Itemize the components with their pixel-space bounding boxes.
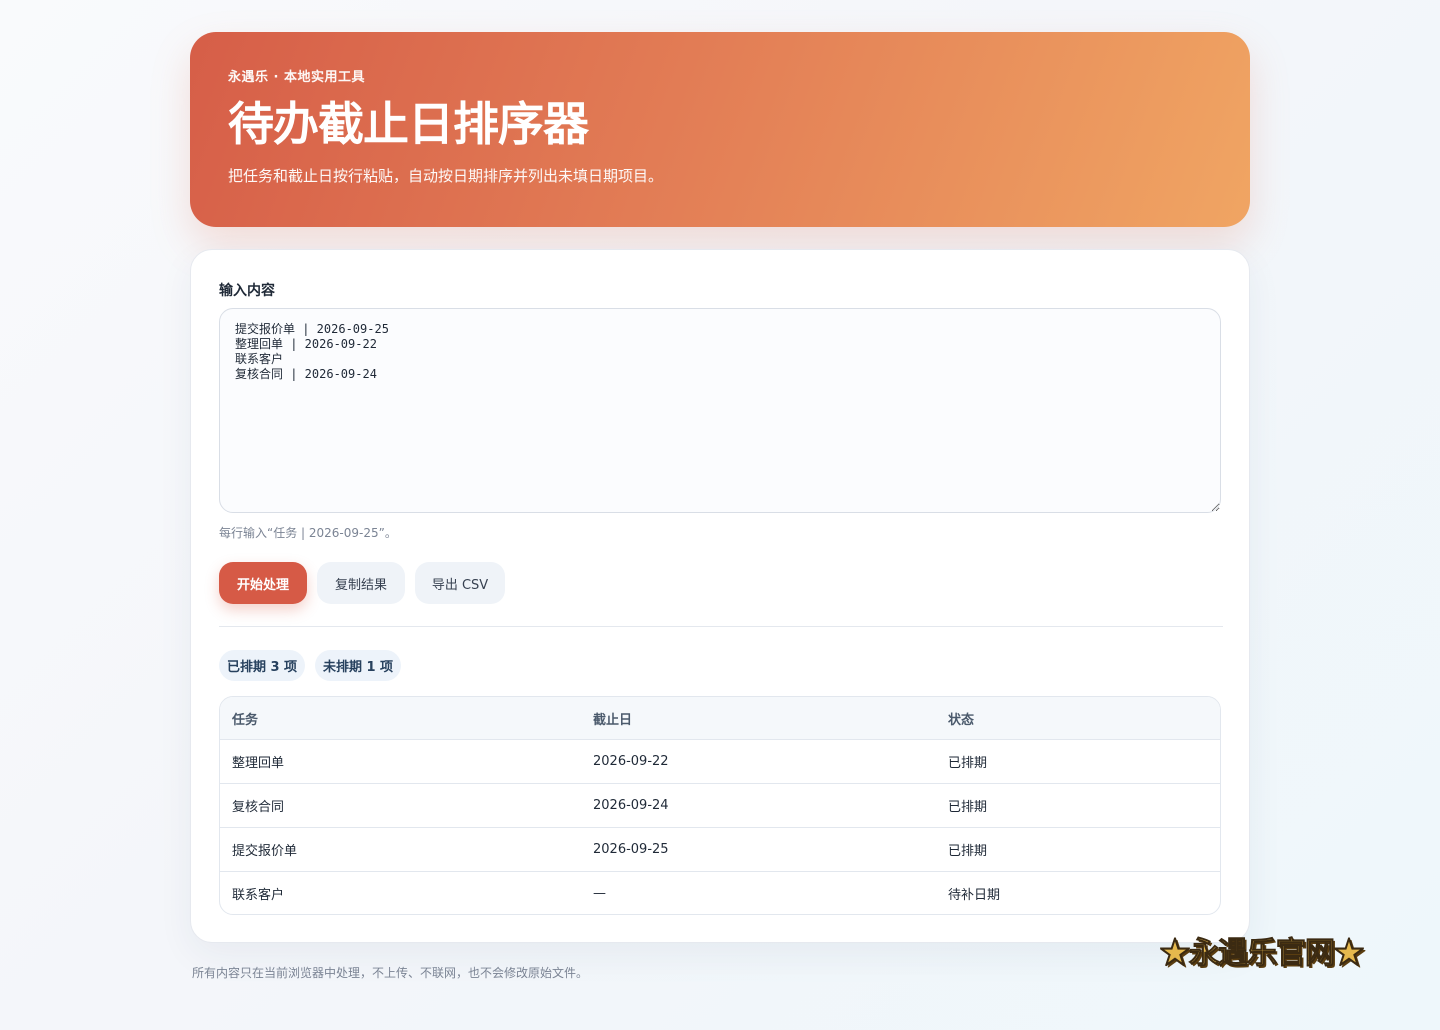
- site-watermark: ★永遇乐官网★: [1160, 936, 1365, 972]
- input-label: 输入内容: [219, 283, 275, 299]
- header-task: 任务: [220, 697, 581, 740]
- unscheduled-count-badge: 未排期 1 项: [315, 650, 401, 681]
- page-subtitle: 把任务和截止日按行粘贴，自动按日期排序并列出未填日期项目。: [228, 167, 664, 185]
- privacy-note: 所有内容只在当前浏览器中处理，不上传、不联网，也不会修改原始文件。: [192, 966, 589, 980]
- start-processing-button[interactable]: 开始处理: [219, 562, 307, 604]
- table-row: 整理回单 2026-09-22 已排期: [220, 739, 1220, 784]
- results-table: 任务 截止日 状态 整理回单 2026-09-22 已排期 复核合同 2026-…: [220, 697, 1220, 915]
- cell-status: 已排期: [936, 783, 1220, 828]
- cell-deadline: 2026-09-22: [581, 739, 936, 784]
- cell-status: 已排期: [936, 827, 1220, 872]
- cell-deadline: —: [593, 886, 606, 901]
- cell-task: 复核合同: [220, 783, 581, 828]
- header-deadline: 截止日: [581, 697, 936, 740]
- table-row: 提交报价单 2026-09-25 已排期: [220, 827, 1220, 872]
- results-table-container: 任务 截止日 状态 整理回单 2026-09-22 已排期 复核合同 2026-…: [219, 696, 1221, 915]
- cell-task: 整理回单: [220, 739, 581, 784]
- cell-status: 待补日期: [948, 888, 1001, 903]
- table-row: 联系客户 — 待补日期: [220, 872, 1220, 915]
- cell-task: 联系客户: [232, 888, 285, 903]
- cell-deadline: 2026-09-24: [581, 783, 936, 828]
- cell-deadline: 2026-09-25: [581, 827, 936, 872]
- hero-banner: 永遇乐 · 本地实用工具 待办截止日排序器 把任务和截止日按行粘贴，自动按日期排…: [190, 32, 1250, 227]
- export-csv-button[interactable]: 导出 CSV: [415, 562, 505, 604]
- main-card: 输入内容 每行输入“任务 | 2026-09-25”。 开始处理 复制结果 导出…: [190, 249, 1250, 943]
- cell-status: 已排期: [936, 739, 1220, 784]
- page-title: 待办截止日排序器: [228, 97, 589, 151]
- table-header-row: 任务 截止日 状态: [220, 697, 1220, 740]
- content-input[interactable]: [219, 308, 1221, 513]
- table-row: 复核合同 2026-09-24 已排期: [220, 783, 1220, 828]
- cell-task: 提交报价单: [220, 827, 581, 872]
- copy-results-button[interactable]: 复制结果: [317, 562, 405, 604]
- section-divider: [219, 626, 1223, 627]
- input-hint: 每行输入“任务 | 2026-09-25”。: [219, 526, 397, 540]
- hero-kicker: 永遇乐 · 本地实用工具: [228, 70, 365, 85]
- header-status: 状态: [936, 697, 1220, 740]
- scheduled-count-badge: 已排期 3 项: [219, 650, 305, 681]
